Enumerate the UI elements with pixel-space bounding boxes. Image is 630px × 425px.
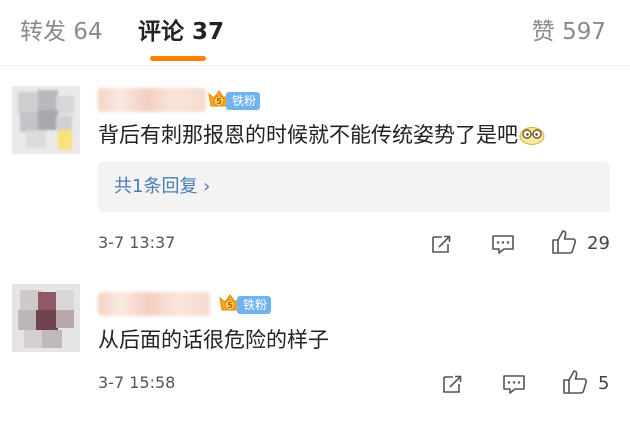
view-replies-link[interactable]: 共1条回复 › [114, 174, 210, 200]
comment-tabs: 转发 64 评论 37 赞 597 [0, 0, 630, 66]
share-icon[interactable] [438, 370, 466, 398]
comment-text: 从后面的话很危险的样子 [98, 328, 329, 352]
like-icon[interactable] [561, 368, 589, 396]
tab-comment[interactable]: 评论 37 [138, 16, 224, 48]
comment-timestamp: 3-7 15:58 [98, 373, 176, 392]
comment-icon[interactable] [500, 370, 528, 398]
comment-text: 背后有刺那报恩的时候就不能传统姿势了是吧 [98, 120, 545, 150]
avatar[interactable] [12, 284, 80, 352]
comment-item: 5 铁粉 从后面的话很危险的样子 3-7 15:58 5 [0, 270, 630, 425]
username[interactable] [98, 88, 206, 112]
comment-body: 背后有刺那报恩的时候就不能传统姿势了是吧 [98, 123, 518, 147]
username[interactable] [98, 292, 210, 316]
tab-like[interactable]: 赞 597 [532, 16, 606, 48]
badge-label: 铁粉 [226, 92, 261, 110]
badge-level: 5 [216, 97, 222, 106]
comment-timestamp: 3-7 13:37 [98, 233, 176, 252]
reply-preview[interactable]: 共1条回复 › [98, 162, 610, 212]
badge-label: 铁粉 [237, 296, 272, 314]
share-icon[interactable] [427, 230, 455, 258]
active-tab-indicator [150, 56, 206, 61]
comment-icon[interactable] [489, 230, 517, 258]
like-count: 29 [587, 233, 610, 254]
like-icon[interactable] [550, 228, 578, 256]
badge-level: 5 [227, 301, 233, 310]
avatar[interactable] [12, 86, 80, 154]
like-count: 5 [598, 373, 610, 394]
comment-item: 5 铁粉 背后有刺那报恩的时候就不能传统姿势了是吧 共1条回复 › 3-7 13… [0, 66, 630, 270]
tab-repost[interactable]: 转发 64 [20, 16, 103, 48]
doge-glasses-emoji [519, 127, 545, 145]
